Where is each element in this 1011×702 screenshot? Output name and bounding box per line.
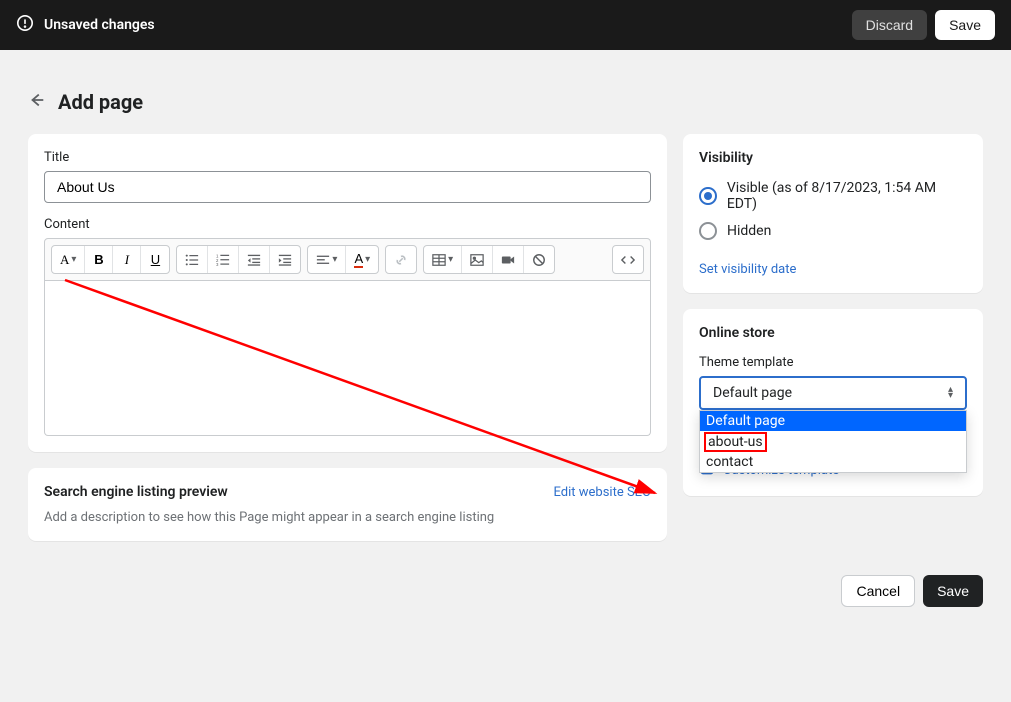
discard-button[interactable]: Discard	[852, 10, 927, 40]
dropdown-option-contact[interactable]: contact	[700, 452, 966, 472]
alert-icon	[16, 14, 34, 36]
align-button[interactable]: ▾	[308, 246, 346, 273]
image-button[interactable]	[462, 246, 493, 273]
title-label: Title	[44, 150, 651, 165]
back-arrow-icon[interactable]	[28, 91, 46, 113]
seo-preview-card: Search engine listing preview Edit websi…	[28, 468, 667, 541]
page-details-card: Title Content A▾ B I U 123 ▾	[28, 134, 667, 452]
hidden-radio[interactable]	[699, 222, 717, 240]
unsaved-changes-label: Unsaved changes	[44, 17, 155, 33]
cancel-button[interactable]: Cancel	[841, 575, 915, 607]
visible-label: Visible (as of 8/17/2023, 1:54 AM EDT)	[727, 180, 967, 212]
bullet-list-button[interactable]	[177, 246, 208, 273]
unsaved-changes-bar: Unsaved changes Discard Save	[0, 0, 1011, 50]
visible-radio[interactable]	[699, 187, 717, 205]
visibility-card: Visibility Visible (as of 8/17/2023, 1:5…	[683, 134, 983, 293]
content-label: Content	[44, 217, 651, 232]
text-color-button[interactable]: A▾	[346, 246, 378, 273]
title-input[interactable]	[44, 171, 651, 203]
select-updown-icon: ▴▾	[948, 387, 953, 399]
table-button[interactable]: ▾	[424, 246, 462, 273]
svg-text:3: 3	[216, 262, 219, 267]
online-store-card: Online store Theme template Default page…	[683, 309, 983, 496]
theme-template-dropdown: Default page about-us contact	[699, 410, 967, 473]
numbered-list-button[interactable]: 123	[208, 246, 239, 273]
font-style-button[interactable]: A▾	[52, 246, 85, 273]
html-view-button[interactable]	[613, 246, 643, 273]
seo-heading: Search engine listing preview	[44, 484, 228, 500]
theme-template-label: Theme template	[699, 355, 967, 370]
set-visibility-date-link[interactable]: Set visibility date	[699, 262, 796, 277]
indent-button[interactable]	[270, 246, 300, 273]
page-title: Add page	[58, 90, 143, 114]
outdent-button[interactable]	[239, 246, 270, 273]
editor-toolbar: A▾ B I U 123 ▾ A▾	[44, 238, 651, 281]
save-button-bottom[interactable]: Save	[923, 575, 983, 607]
bold-button[interactable]: B	[85, 246, 113, 273]
underline-button[interactable]: U	[141, 246, 169, 273]
edit-seo-link[interactable]: Edit website SEO	[554, 485, 652, 500]
content-editor[interactable]	[44, 281, 651, 436]
save-button-top[interactable]: Save	[935, 10, 995, 40]
dropdown-option-about-us[interactable]: about-us	[704, 432, 767, 452]
online-store-heading: Online store	[699, 325, 967, 341]
clear-format-button[interactable]	[524, 246, 554, 273]
theme-template-select[interactable]: Default page ▴▾	[699, 376, 967, 410]
italic-button[interactable]: I	[113, 246, 141, 273]
link-button[interactable]	[386, 246, 416, 273]
theme-template-value: Default page	[713, 385, 792, 401]
dropdown-option-default[interactable]: Default page	[700, 411, 966, 431]
seo-description: Add a description to see how this Page m…	[44, 510, 651, 525]
visibility-heading: Visibility	[699, 150, 967, 166]
hidden-label: Hidden	[727, 223, 771, 239]
video-button[interactable]	[493, 246, 524, 273]
